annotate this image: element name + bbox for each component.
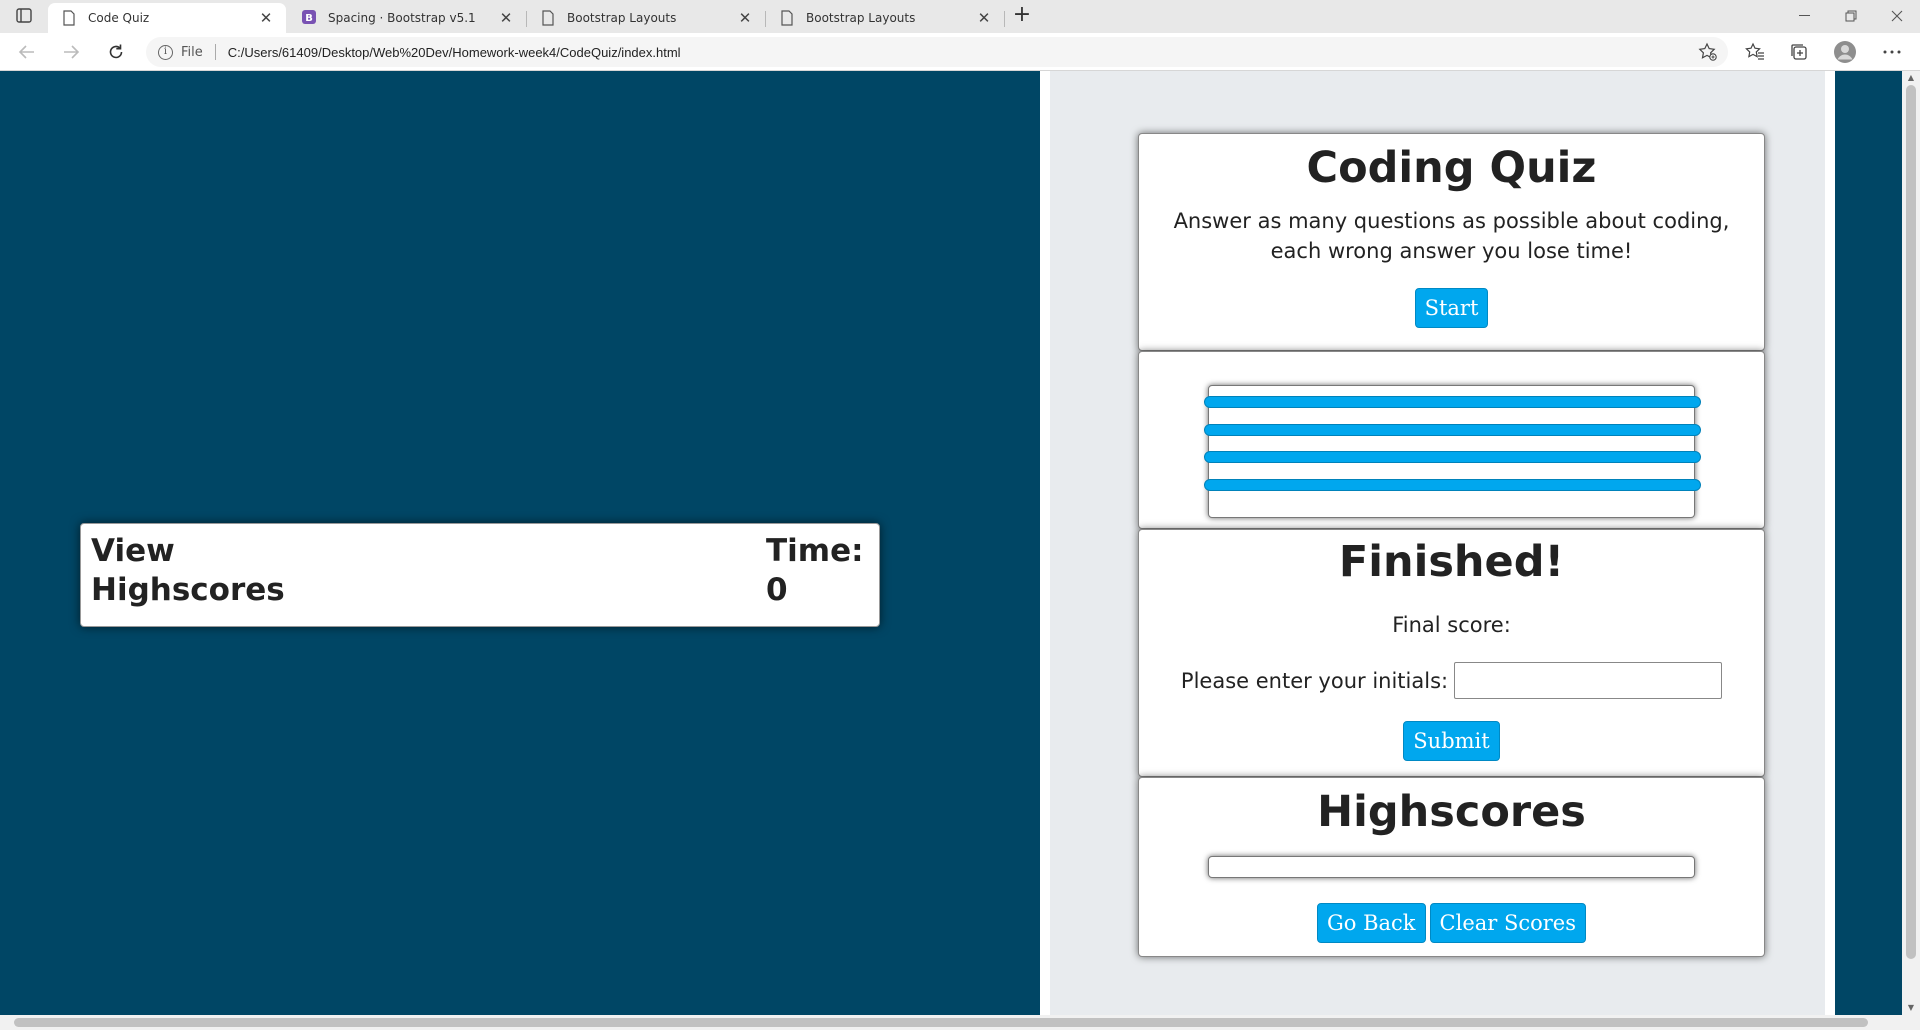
go-back-button[interactable]: Go Back: [1316, 903, 1426, 943]
timer: Time: 0: [766, 532, 876, 610]
close-tab-icon[interactable]: ✕: [496, 9, 516, 27]
highscores-list: [1208, 856, 1695, 878]
time-value: 0: [766, 572, 788, 608]
finished-card: Finished! Final score: Please enter your…: [1138, 529, 1765, 777]
quiz-description: Answer as many questions as possible abo…: [1173, 209, 1730, 263]
refresh-icon[interactable]: [102, 39, 130, 65]
page-icon: [780, 10, 794, 26]
horizontal-scrollbar[interactable]: [0, 1015, 1920, 1030]
tab-title: Bootstrap Layouts: [567, 11, 677, 25]
start-card: Coding Quiz Answer as many questions as …: [1138, 133, 1765, 351]
tab-strip: Code Quiz ✕ B Spacing · Bootstrap v5.1 ✕…: [0, 0, 1920, 33]
close-tab-icon[interactable]: ✕: [256, 9, 276, 27]
page-icon: [62, 10, 76, 26]
final-score-label: Final score:: [1392, 613, 1511, 637]
initials-row: Please enter your initials:: [1139, 662, 1764, 699]
initials-input[interactable]: [1454, 662, 1723, 699]
tab-title: Bootstrap Layouts: [806, 11, 916, 25]
answer-button[interactable]: [1204, 479, 1701, 491]
answer-button[interactable]: [1204, 396, 1701, 408]
close-tab-icon[interactable]: ✕: [974, 9, 994, 27]
minimize-icon[interactable]: [1782, 0, 1828, 32]
page-viewport: View Highscores Time: 0 Coding Quiz Answ…: [0, 71, 1902, 1015]
question-card: [1138, 351, 1765, 529]
profile-avatar-icon[interactable]: [1832, 40, 1858, 64]
svg-text:B: B: [305, 13, 313, 24]
tab-spacing-bootstrap[interactable]: B Spacing · Bootstrap v5.1 ✕: [288, 3, 526, 33]
address-bar[interactable]: i File C:/Users/61409/Desktop/Web%20Dev/…: [146, 37, 1728, 67]
submit-button[interactable]: Submit: [1403, 721, 1500, 761]
start-button[interactable]: Start: [1414, 288, 1489, 328]
url-text[interactable]: C:/Users/61409/Desktop/Web%20Dev/Homewor…: [228, 45, 681, 60]
browser-toolbar: i File C:/Users/61409/Desktop/Web%20Dev/…: [0, 33, 1920, 71]
page-icon: [541, 10, 555, 26]
tab-title: Code Quiz: [88, 11, 150, 25]
info-icon: i: [158, 44, 173, 60]
tab-code-quiz[interactable]: Code Quiz ✕: [48, 3, 286, 33]
tab-bootstrap-layouts[interactable]: Bootstrap Layouts ✕: [527, 3, 765, 33]
vertical-scroll-thumb[interactable]: [1906, 85, 1916, 959]
new-tab-icon[interactable]: +: [1010, 4, 1034, 28]
time-label: Time:: [766, 533, 864, 569]
tab-actions-icon[interactable]: [12, 7, 36, 25]
more-menu-icon[interactable]: [1879, 40, 1905, 64]
tab-separator: [1004, 11, 1005, 27]
address-separator: [214, 44, 216, 60]
view-highscores-link[interactable]: View Highscores: [91, 532, 291, 610]
answer-button[interactable]: [1204, 451, 1701, 463]
close-tab-icon[interactable]: ✕: [735, 9, 755, 27]
quiz-panel: Coding Quiz Answer as many questions as …: [1040, 71, 1835, 1015]
scheme-label: File: [181, 44, 203, 60]
bootstrap-icon: B: [302, 10, 316, 26]
add-favorite-icon[interactable]: [1695, 40, 1721, 64]
initials-label: Please enter your initials:: [1180, 668, 1449, 693]
site-info-button[interactable]: i File: [158, 44, 203, 60]
restore-icon[interactable]: [1828, 0, 1874, 32]
clear-scores-button[interactable]: Clear Scores: [1429, 903, 1587, 943]
highscores-actions: Go Back Clear Scores: [1139, 903, 1764, 943]
quiz-title: Coding Quiz: [1306, 143, 1597, 193]
scroll-up-icon[interactable]: ▲: [1902, 71, 1920, 85]
finished-title: Finished!: [1338, 537, 1565, 587]
close-window-icon[interactable]: [1874, 0, 1920, 32]
horizontal-scroll-thumb[interactable]: [14, 1018, 1868, 1027]
answers-list: [1204, 385, 1701, 518]
highscores-card: Highscores Go Back Clear Scores: [1138, 777, 1765, 957]
answer-button[interactable]: [1204, 424, 1701, 436]
collections-icon[interactable]: [1786, 40, 1812, 64]
scroll-down-icon[interactable]: ▼: [1902, 1001, 1920, 1015]
back-icon[interactable]: [13, 39, 41, 65]
tab-title: Spacing · Bootstrap v5.1: [328, 11, 476, 25]
highscores-title: Highscores: [1317, 787, 1586, 837]
favorites-icon[interactable]: [1742, 40, 1768, 64]
vertical-scrollbar[interactable]: ▲ ▼: [1902, 71, 1920, 1015]
quiz-header: View Highscores Time: 0: [80, 523, 880, 627]
forward-icon[interactable]: [57, 39, 85, 65]
tab-bootstrap-layouts-2[interactable]: Bootstrap Layouts ✕: [766, 3, 1004, 33]
